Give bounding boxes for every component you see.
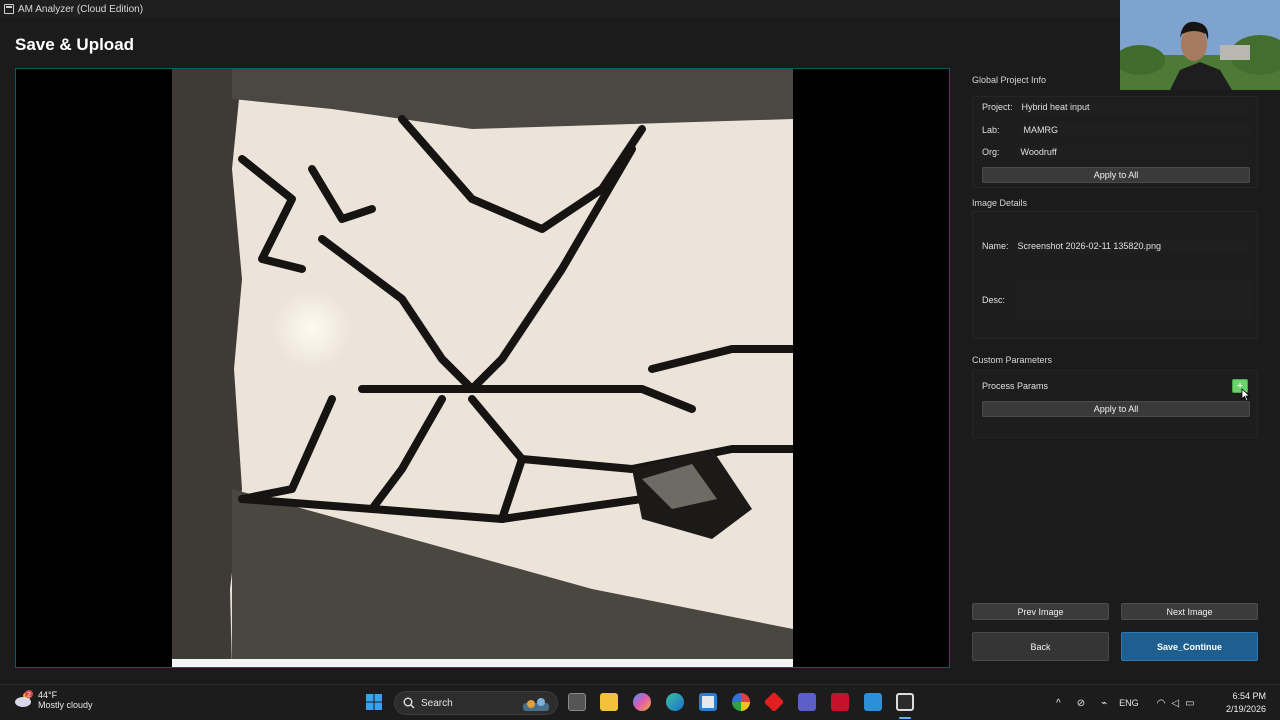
weather-temp: 44°F: [38, 690, 58, 700]
store-icon[interactable]: [699, 693, 717, 711]
custom-params-group: Process Params + Apply to All: [972, 370, 1258, 438]
system-tray: ^ ⊘ ⌁ ENG ◠ ◁ ▭: [1056, 685, 1195, 720]
system-clock[interactable]: 6:54 PM 2/19/2026: [1226, 690, 1266, 716]
app-icon: [4, 4, 14, 14]
wifi-off-icon[interactable]: ⊘: [1077, 698, 1085, 709]
mouse-cursor-icon: [1241, 388, 1251, 402]
desc-field[interactable]: [1017, 280, 1252, 320]
edge-icon[interactable]: [666, 693, 684, 711]
windows-start-icon[interactable]: [365, 693, 383, 711]
desc-label: Desc:: [982, 295, 1006, 305]
org-field[interactable]: Woodruff: [1017, 145, 1247, 159]
copilot-icon[interactable]: [633, 693, 651, 711]
taskbar: 2 44°F Mostly cloudy Search ^ ⊘ ⌁ ENG ◠ …: [0, 684, 1280, 720]
custom-params-title: Custom Parameters: [972, 355, 1053, 365]
am-analyzer-taskbar-icon[interactable]: [896, 693, 914, 711]
webcam-overlay: [1120, 0, 1280, 90]
window-title: AM Analyzer (Cloud Edition): [18, 3, 144, 15]
image-name-field[interactable]: Screenshot 2026-02-11 135820.png: [1014, 239, 1249, 253]
anydesk-icon[interactable]: [763, 691, 785, 713]
search-label: Search: [421, 697, 453, 709]
page-title: Save & Upload: [15, 35, 135, 54]
network-status-icon[interactable]: ⌁: [1101, 698, 1107, 709]
language-indicator[interactable]: ENG: [1119, 698, 1139, 708]
image-details-section: Image Details: [972, 198, 1258, 208]
save-continue-button[interactable]: Save_Continue: [1121, 632, 1258, 661]
weather-badge: 2: [27, 692, 31, 699]
tray-overflow-icon[interactable]: ^: [1056, 698, 1061, 709]
name-label: Name:: [982, 241, 1009, 251]
search-highlight-icon: [523, 698, 549, 711]
active-app-indicator: [899, 717, 911, 719]
custom-params-section: Custom Parameters: [972, 355, 1258, 365]
main-area: Save & Upload Global Project Info Projec…: [0, 18, 1280, 684]
title-bar: AM Analyzer (Cloud Edition): [0, 0, 1280, 18]
name-row: Name: Screenshot 2026-02-11 135820.png: [982, 239, 1249, 253]
project-field[interactable]: Hybrid heat input: [1018, 100, 1248, 114]
mcafee-icon[interactable]: [831, 693, 849, 711]
project-row: Project: Hybrid heat input: [982, 100, 1248, 114]
image-details-group: Name: Screenshot 2026-02-11 135820.png D…: [972, 211, 1258, 339]
battery-icon[interactable]: ▭: [1185, 698, 1194, 709]
weather-desc: Mostly cloudy: [38, 700, 93, 710]
process-params-label: Process Params: [982, 381, 1049, 391]
lab-row: Lab: MAMRG: [982, 123, 1250, 137]
image-details-title: Image Details: [972, 198, 1028, 208]
micrograph-image: [172, 69, 793, 667]
prev-image-button[interactable]: Prev Image: [972, 603, 1109, 620]
webcam-feed: [1120, 0, 1280, 90]
volume-icon[interactable]: ◁: [1171, 698, 1179, 709]
file-explorer-icon[interactable]: [600, 693, 618, 711]
global-project-group: Project: Hybrid heat input Lab: MAMRG Or…: [972, 96, 1258, 188]
next-image-button[interactable]: Next Image: [1121, 603, 1258, 620]
clock-time: 6:54 PM: [1232, 691, 1266, 701]
vscode-icon[interactable]: [864, 693, 882, 711]
image-viewer[interactable]: [15, 68, 950, 668]
wifi-icon[interactable]: ◠: [1157, 698, 1166, 709]
clock-date: 2/19/2026: [1225, 704, 1266, 714]
apply-project-button[interactable]: Apply to All: [982, 167, 1250, 183]
chrome-icon[interactable]: [732, 693, 750, 711]
back-button[interactable]: Back: [972, 632, 1109, 661]
taskbar-search[interactable]: Search: [394, 691, 558, 715]
process-params-row: Process Params: [982, 381, 1054, 391]
weather-widget[interactable]: 2 44°F Mostly cloudy: [14, 690, 93, 710]
app-window: AM Analyzer (Cloud Edition) Save & Uploa…: [0, 0, 1280, 720]
lab-label: Lab:: [982, 125, 1000, 135]
project-label: Project:: [982, 102, 1013, 112]
apply-params-button[interactable]: Apply to All: [982, 401, 1250, 417]
org-row: Org: Woodruff: [982, 145, 1247, 159]
desc-row: Desc:: [982, 280, 1252, 320]
weather-cloud-icon: 2: [14, 690, 34, 710]
teams-icon[interactable]: [798, 693, 816, 711]
task-view-icon[interactable]: [568, 693, 586, 711]
search-icon: [403, 697, 415, 709]
lab-field[interactable]: MAMRG: [1020, 123, 1250, 137]
org-label: Org:: [982, 147, 1000, 157]
